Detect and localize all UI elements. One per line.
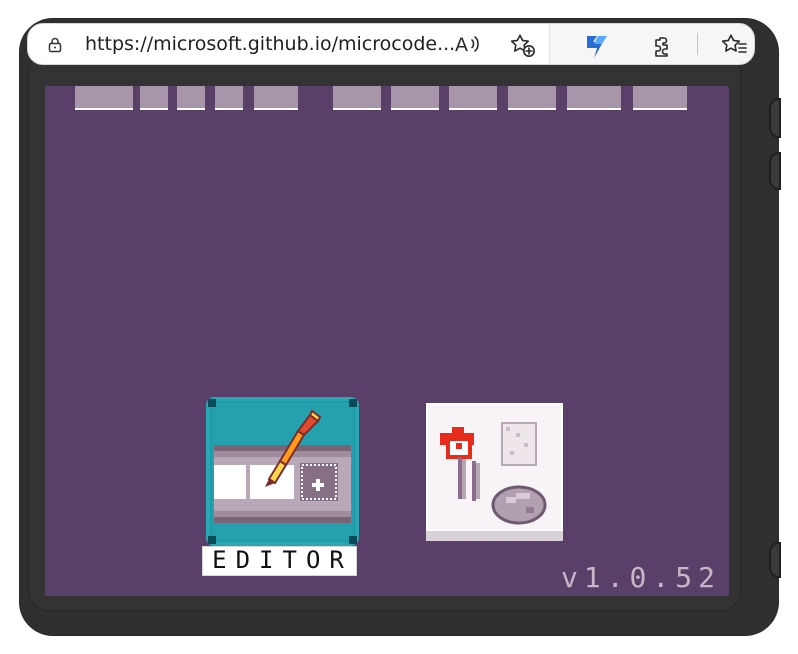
version-label: v1.0.52 bbox=[560, 561, 721, 594]
puzzle-icon[interactable] bbox=[650, 32, 678, 60]
side-button-top bbox=[769, 98, 781, 138]
address-url: https://microsoft.github.io/microcode... bbox=[85, 34, 456, 54]
toolbar-divider bbox=[697, 33, 698, 55]
screenshot-root: https://microsoft.github.io/microcode...… bbox=[0, 0, 798, 654]
side-button-bottom bbox=[769, 542, 781, 578]
favorites-icon[interactable] bbox=[720, 32, 750, 58]
editor-label[interactable]: EDITOR bbox=[202, 546, 357, 576]
microcode-screen[interactable]: EDITOR v1.0.52 bbox=[45, 86, 729, 596]
svg-text:A: A bbox=[455, 34, 468, 55]
samples-tile[interactable] bbox=[426, 403, 563, 541]
lock-icon bbox=[48, 37, 62, 53]
title-art-fragment bbox=[75, 86, 687, 110]
favorite-add-icon[interactable] bbox=[508, 32, 538, 58]
read-aloud-icon[interactable]: A bbox=[453, 33, 483, 55]
copilot-icon[interactable] bbox=[582, 31, 612, 59]
side-button-middle bbox=[769, 152, 781, 190]
editor-tile[interactable] bbox=[206, 397, 359, 546]
browser-address-bar: https://microsoft.github.io/microcode...… bbox=[27, 23, 755, 65]
